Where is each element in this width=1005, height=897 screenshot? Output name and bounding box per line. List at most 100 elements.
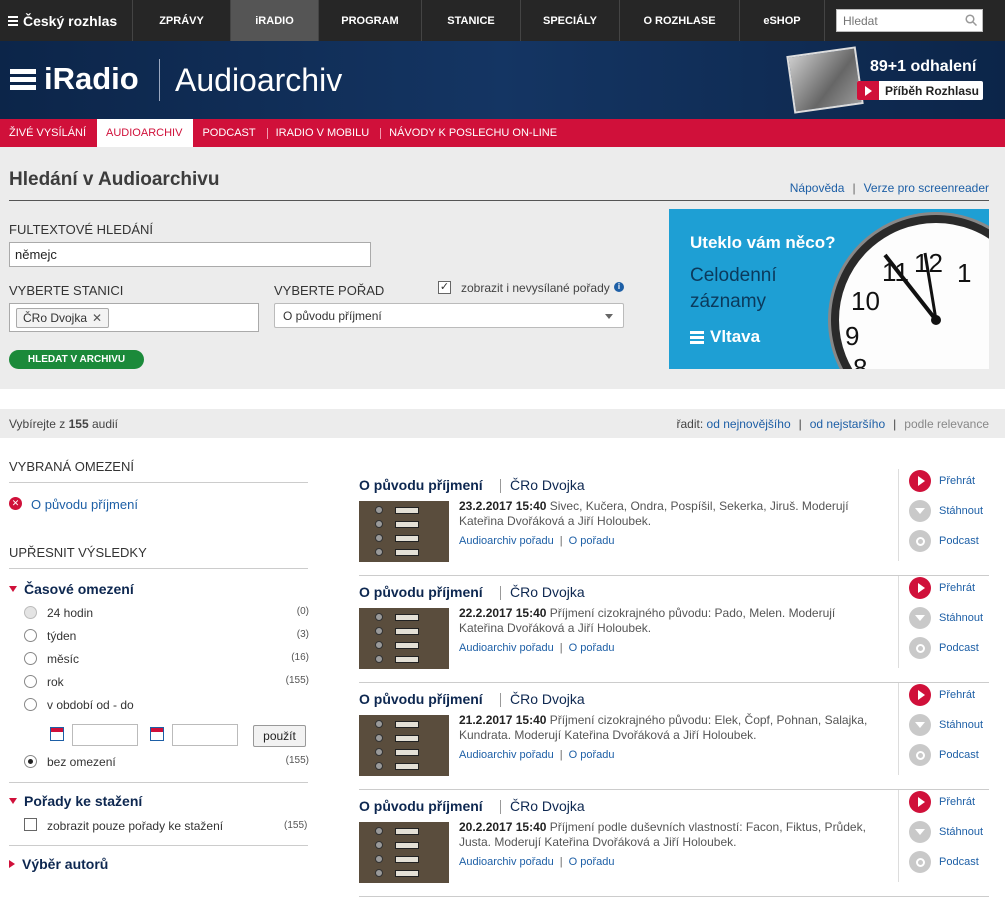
about-link[interactable]: O pořadu [569,535,615,547]
sort-newest-link[interactable]: od nejnovějšího [707,417,791,431]
radio-button[interactable] [24,629,37,642]
fulltext-input[interactable]: němejc [9,242,371,267]
time-option-year[interactable]: rok (155) [24,673,309,691]
time-filter-toggle[interactable]: Časové omezení [9,581,134,597]
about-link[interactable]: O pořadu [569,856,615,868]
result-station[interactable]: ČRo Dvojka [500,691,585,707]
nav-eshop[interactable]: eSHOP [740,0,825,41]
radio-button[interactable] [24,755,37,768]
vltava-ad[interactable]: Uteklo vám něco? Celodenní záznamy Vltav… [669,209,989,369]
about-link[interactable]: O pořadu [569,642,615,654]
download-button[interactable]: Stáhnout [909,820,983,844]
result-datetime: 20.2.2017 15:40 [459,820,547,834]
result-thumbnail[interactable] [359,501,449,562]
result-thumbnail[interactable] [359,608,449,669]
calendar-icon[interactable] [50,727,64,741]
nav-iradio[interactable]: iRADIO [231,0,319,41]
sort-oldest-link[interactable]: od nejstaršího [810,417,885,431]
radio-button[interactable] [24,606,37,619]
result-station[interactable]: ČRo Dvojka [500,798,585,814]
result-station[interactable]: ČRo Dvojka [500,477,585,493]
about-link[interactable]: O pořadu [569,749,615,761]
play-button[interactable]: Přehrát [909,469,975,493]
remove-filter-icon[interactable]: ✕ [9,497,22,510]
download-filter-toggle[interactable]: Pořady ke stažení [9,793,142,809]
search-archive-button[interactable]: HLEDAT V ARCHIVU [9,350,144,369]
selected-filter-program[interactable]: O původu příjmení [31,497,138,512]
date-to-input[interactable] [172,724,238,746]
fulltext-label: FULTEXTOVÉ HLEDÁNÍ [9,222,153,237]
download-button[interactable]: Stáhnout [909,713,983,737]
info-icon[interactable]: i [614,282,624,292]
subnav-podcast[interactable]: PODCAST [193,119,266,147]
time-option-all[interactable]: bez omezení (155) [24,753,309,771]
subnav-audioarchiv[interactable]: AUDIOARCHIV [97,119,194,147]
subnav-mobile[interactable]: IRADIO V MOBILU [266,119,381,147]
nav-zpravy[interactable]: ZPRÁVY [133,0,231,41]
cesky-rozhlas-logo[interactable]: Český rozhlas [0,0,133,41]
podcast-button[interactable]: Podcast [909,636,979,660]
nav-program[interactable]: PROGRAM [319,0,422,41]
apply-date-button[interactable]: použít [253,725,306,747]
archive-link[interactable]: Audioarchiv pořadu [459,642,554,654]
help-link[interactable]: Nápověda [790,181,845,195]
promo-image[interactable] [786,46,864,114]
subnav-howto[interactable]: NÁVODY K POSLECHU ON-LINE [380,119,568,147]
podcast-button[interactable]: Podcast [909,743,979,767]
nav-specialy[interactable]: SPECIÁLY [521,0,620,41]
archive-link[interactable]: Audioarchiv pořadu [459,856,554,868]
iradio-logo[interactable]: iRadio [10,61,139,97]
archive-link[interactable]: Audioarchiv pořadu [459,749,554,761]
clock-image: 11 12 1 10 9 8 [831,215,989,369]
result-links: Audioarchiv pořadu | O pořadu [459,749,615,761]
promo-button[interactable]: Příběh Rozhlasu [857,81,983,100]
link-separator: | [559,749,563,761]
result-station[interactable]: ČRo Dvojka [500,584,585,600]
program-select[interactable]: O původu příjmení [274,303,624,328]
play-button[interactable]: Přehrát [909,683,975,707]
result-title[interactable]: O původu příjmení [359,691,483,707]
unaired-checkbox[interactable]: ✓ [438,281,451,294]
station-select[interactable]: ČRo Dvojka ✕ [9,303,259,332]
results-count-suffix: audií [91,417,118,431]
result-title[interactable]: O původu příjmení [359,477,483,493]
download-button[interactable]: Stáhnout [909,499,983,523]
remove-station-icon[interactable]: ✕ [92,311,102,325]
play-label: Přehrát [939,796,976,808]
download-only-checkbox[interactable] [24,818,37,831]
result-description: 20.2.2017 15:40 Příjmení podle duševních… [459,820,879,850]
top-search-input[interactable] [843,13,961,28]
time-option-week[interactable]: týden (3) [24,627,309,645]
search-icon[interactable] [965,14,977,26]
caret-right-icon [9,860,15,868]
time-option-month[interactable]: měsíc (16) [24,650,309,668]
ad-subline-1: Celodenní [690,265,777,286]
podcast-button[interactable]: Podcast [909,850,979,874]
screenreader-link[interactable]: Verze pro screenreader [864,181,989,195]
date-from-input[interactable] [72,724,138,746]
result-thumbnail[interactable] [359,822,449,883]
logo-text: Český rozhlas [23,12,118,29]
authors-filter-toggle[interactable]: Výběr autorů [9,856,108,872]
promo-title[interactable]: 89+1 odhalení [870,58,976,76]
time-option-range[interactable]: v období od - do [24,696,309,714]
selected-filters-heading: VYBRANÁ OMEZENÍ [9,459,134,474]
nav-o-rozhlase[interactable]: O ROZHLASE [620,0,740,41]
result-thumbnail[interactable] [359,715,449,776]
radio-button[interactable] [24,698,37,711]
time-option-24h[interactable]: 24 hodin (0) [24,604,309,622]
result-title[interactable]: O původu příjmení [359,798,483,814]
nav-stanice[interactable]: STANICE [422,0,521,41]
play-button[interactable]: Přehrát [909,790,975,814]
download-button[interactable]: Stáhnout [909,606,983,630]
archive-link[interactable]: Audioarchiv pořadu [459,535,554,547]
podcast-button[interactable]: Podcast [909,529,979,553]
radio-button[interactable] [24,675,37,688]
calendar-icon[interactable] [150,727,164,741]
result-title[interactable]: O původu příjmení [359,584,483,600]
program-label: VYBERTE POŘAD [274,283,385,298]
play-button[interactable]: Přehrát [909,576,975,600]
radio-button[interactable] [24,652,37,665]
search-panel: Hledání v Audioarchivu Nápověda | Verze pr… [0,147,1005,389]
subnav-live[interactable]: ŽIVÉ VYSÍLÁNÍ [0,119,97,147]
